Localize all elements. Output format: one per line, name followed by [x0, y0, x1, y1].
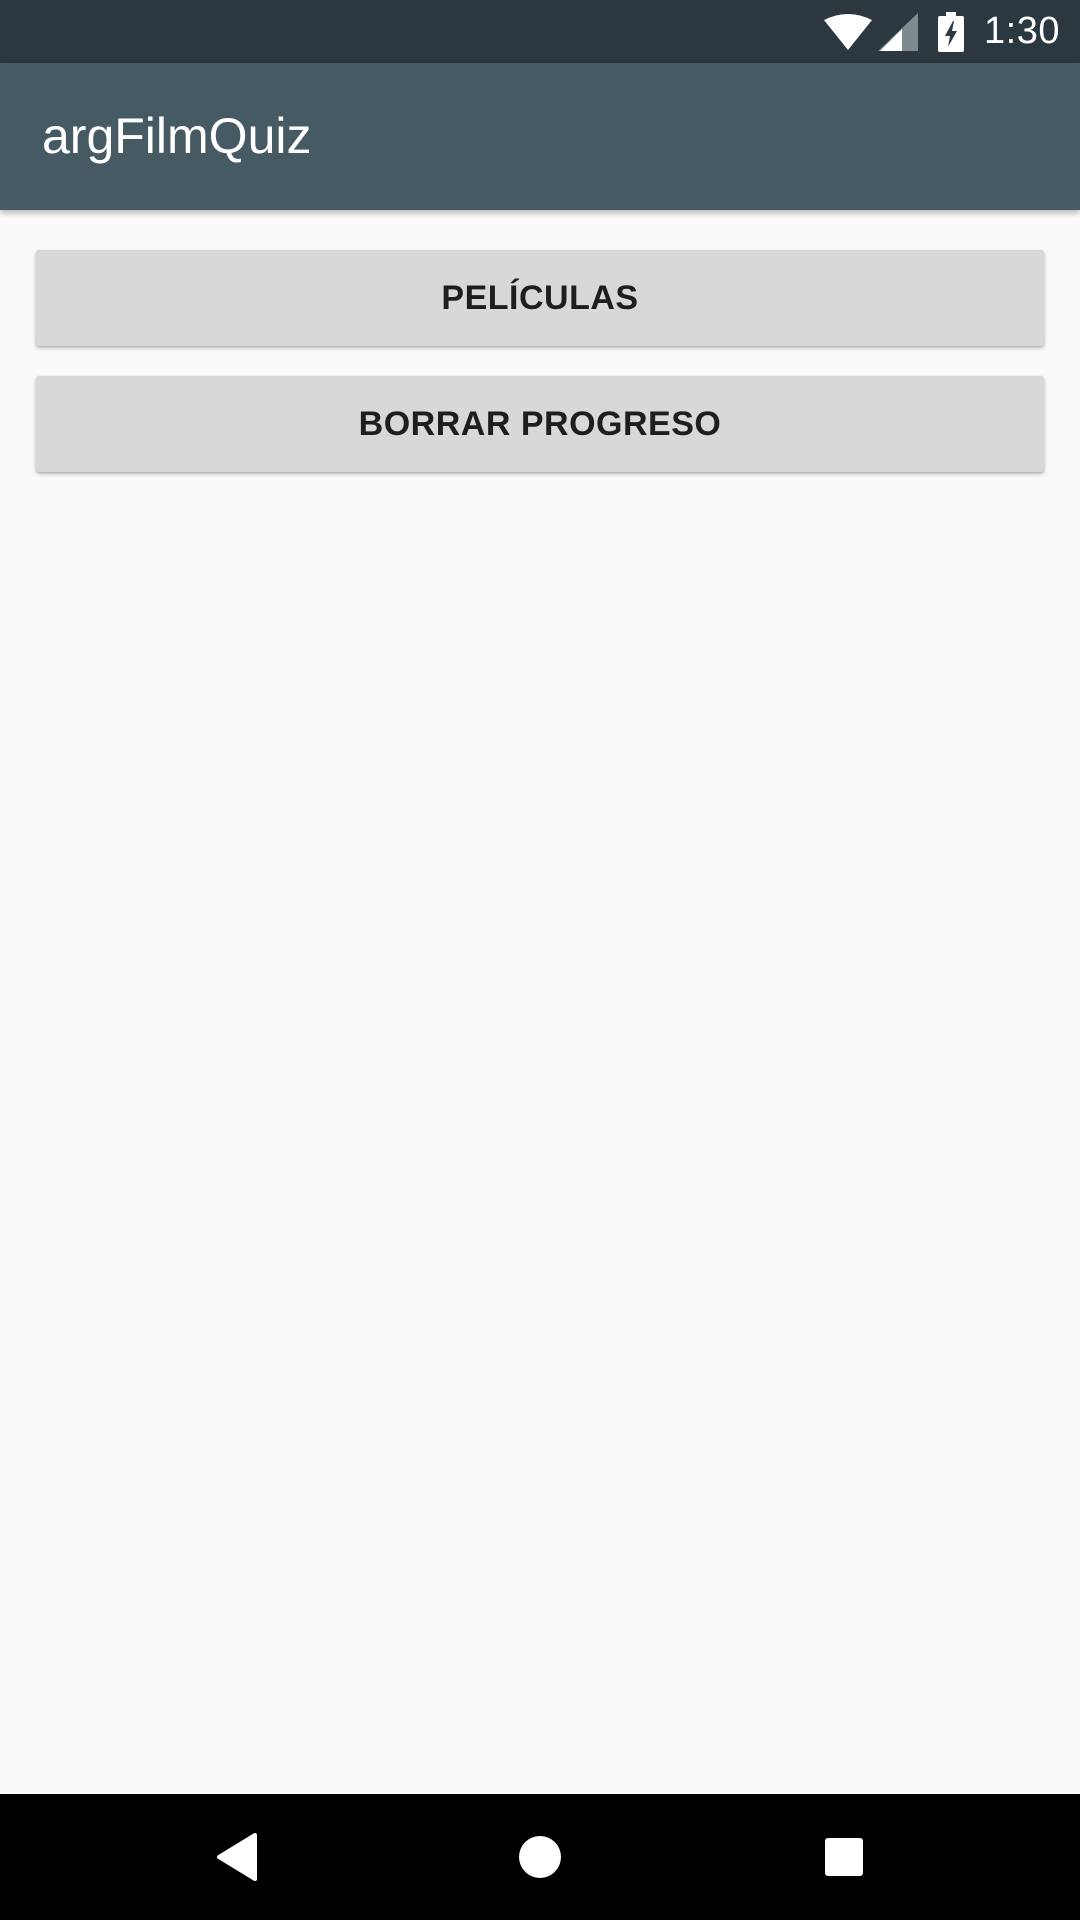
borrar-progreso-button[interactable]: BORRAR PROGRESO — [36, 376, 1044, 472]
home-icon — [519, 1836, 561, 1878]
peliculas-button[interactable]: PELÍCULAS — [36, 250, 1044, 346]
back-icon — [217, 1833, 257, 1881]
home-button[interactable] — [477, 1794, 603, 1920]
main-content: PELÍCULAS BORRAR PROGRESO — [0, 210, 1080, 1794]
wifi-icon — [824, 13, 873, 50]
battery-charging-icon — [938, 11, 965, 52]
app-title: argFilmQuiz — [42, 108, 312, 164]
cell-signal-icon — [878, 12, 919, 51]
app-bar: argFilmQuiz — [0, 63, 1080, 210]
status-bar: 1:30 — [0, 0, 1080, 63]
status-time: 1:30 — [984, 10, 1060, 52]
status-icons: 1:30 — [824, 0, 1060, 63]
recents-icon — [825, 1838, 863, 1876]
back-button[interactable] — [174, 1794, 300, 1920]
navigation-bar — [0, 1794, 1080, 1920]
recents-button[interactable] — [781, 1794, 907, 1920]
